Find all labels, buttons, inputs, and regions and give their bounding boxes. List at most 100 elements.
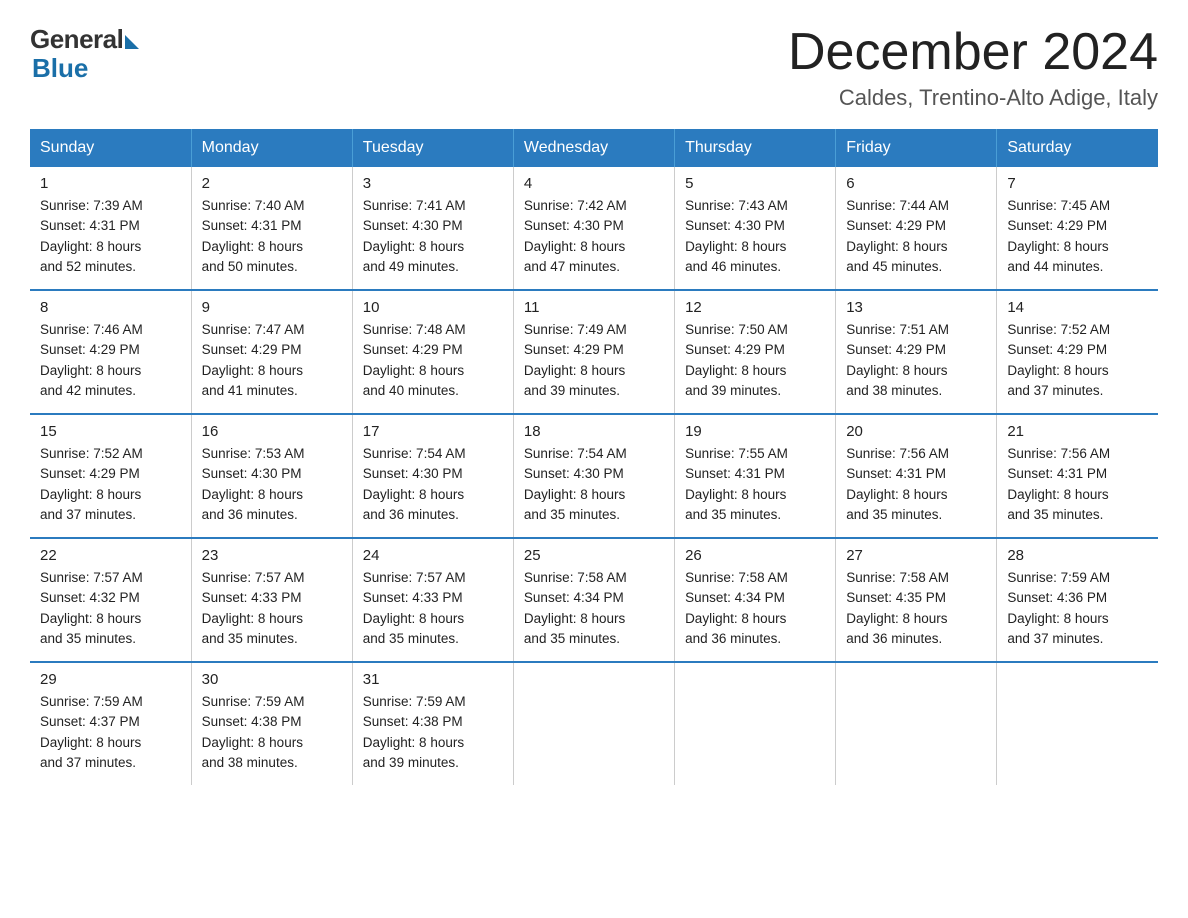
day-info: Sunrise: 7:59 AMSunset: 4:38 PMDaylight:…	[363, 692, 503, 773]
day-info: Sunrise: 7:59 AMSunset: 4:37 PMDaylight:…	[40, 692, 181, 773]
page-header: General Blue December 2024 Caldes, Trent…	[30, 24, 1158, 111]
table-row: 18 Sunrise: 7:54 AMSunset: 4:30 PMDayligh…	[513, 414, 674, 538]
table-row: 5 Sunrise: 7:43 AMSunset: 4:30 PMDaylight…	[675, 167, 836, 290]
day-info: Sunrise: 7:56 AMSunset: 4:31 PMDaylight:…	[846, 444, 986, 525]
day-number: 28	[1007, 547, 1148, 564]
day-number: 26	[685, 547, 825, 564]
day-number: 1	[40, 175, 181, 192]
calendar-week-row: 15 Sunrise: 7:52 AMSunset: 4:29 PMDayligh…	[30, 414, 1158, 538]
table-row: 3Sunrise: 7:41 AMSunset: 4:30 PMDaylight…	[352, 167, 513, 290]
table-row: 29 Sunrise: 7:59 AMSunset: 4:37 PMDayligh…	[30, 662, 191, 785]
day-number: 11	[524, 299, 664, 316]
day-number: 21	[1007, 423, 1148, 440]
header-tuesday: Tuesday	[352, 129, 513, 167]
calendar-week-row: 29 Sunrise: 7:59 AMSunset: 4:37 PMDayligh…	[30, 662, 1158, 785]
day-info: Sunrise: 7:50 AMSunset: 4:29 PMDaylight:…	[685, 320, 825, 401]
day-info: Sunrise: 7:40 AMSunset: 4:31 PMDaylight:…	[202, 196, 342, 277]
day-number: 19	[685, 423, 825, 440]
logo: General Blue	[30, 24, 139, 84]
table-row: 19 Sunrise: 7:55 AMSunset: 4:31 PMDayligh…	[675, 414, 836, 538]
logo-blue-text: Blue	[32, 53, 88, 84]
calendar-week-row: 8 Sunrise: 7:46 AMSunset: 4:29 PMDaylight…	[30, 290, 1158, 414]
day-info: Sunrise: 7:52 AMSunset: 4:29 PMDaylight:…	[1007, 320, 1148, 401]
day-number: 5	[685, 175, 825, 192]
day-number: 9	[202, 299, 342, 316]
table-row	[513, 662, 674, 785]
table-row: 9 Sunrise: 7:47 AMSunset: 4:29 PMDaylight…	[191, 290, 352, 414]
day-info: Sunrise: 7:52 AMSunset: 4:29 PMDaylight:…	[40, 444, 181, 525]
day-info: Sunrise: 7:57 AMSunset: 4:32 PMDaylight:…	[40, 568, 181, 649]
header-sunday: Sunday	[30, 129, 191, 167]
day-number: 15	[40, 423, 181, 440]
day-number: 10	[363, 299, 503, 316]
day-number: 6	[846, 175, 986, 192]
table-row: 14 Sunrise: 7:52 AMSunset: 4:29 PMDayligh…	[997, 290, 1158, 414]
table-row: 27 Sunrise: 7:58 AMSunset: 4:35 PMDayligh…	[836, 538, 997, 662]
day-info: Sunrise: 7:47 AMSunset: 4:29 PMDaylight:…	[202, 320, 342, 401]
table-row: 15 Sunrise: 7:52 AMSunset: 4:29 PMDayligh…	[30, 414, 191, 538]
day-info: Sunrise: 7:49 AMSunset: 4:29 PMDaylight:…	[524, 320, 664, 401]
day-number: 29	[40, 671, 181, 688]
table-row: 2Sunrise: 7:40 AMSunset: 4:31 PMDaylight…	[191, 167, 352, 290]
day-info: Sunrise: 7:43 AMSunset: 4:30 PMDaylight:…	[685, 196, 825, 277]
day-number: 20	[846, 423, 986, 440]
day-info: Sunrise: 7:59 AMSunset: 4:36 PMDaylight:…	[1007, 568, 1148, 649]
day-info: Sunrise: 7:58 AMSunset: 4:34 PMDaylight:…	[685, 568, 825, 649]
location: Caldes, Trentino-Alto Adige, Italy	[788, 85, 1158, 111]
header-friday: Friday	[836, 129, 997, 167]
day-info: Sunrise: 7:48 AMSunset: 4:29 PMDaylight:…	[363, 320, 503, 401]
table-row: 13 Sunrise: 7:51 AMSunset: 4:29 PMDayligh…	[836, 290, 997, 414]
day-info: Sunrise: 7:58 AMSunset: 4:35 PMDaylight:…	[846, 568, 986, 649]
table-row: 24 Sunrise: 7:57 AMSunset: 4:33 PMDayligh…	[352, 538, 513, 662]
day-number: 31	[363, 671, 503, 688]
table-row: 8 Sunrise: 7:46 AMSunset: 4:29 PMDaylight…	[30, 290, 191, 414]
table-row: 16Sunrise: 7:53 AMSunset: 4:30 PMDayligh…	[191, 414, 352, 538]
table-row: 4Sunrise: 7:42 AMSunset: 4:30 PMDaylight…	[513, 167, 674, 290]
day-info: Sunrise: 7:53 AMSunset: 4:30 PMDaylight:…	[202, 444, 342, 525]
day-number: 27	[846, 547, 986, 564]
day-number: 22	[40, 547, 181, 564]
day-number: 24	[363, 547, 503, 564]
day-number: 7	[1007, 175, 1148, 192]
day-number: 17	[363, 423, 503, 440]
day-number: 4	[524, 175, 664, 192]
title-section: December 2024 Caldes, Trentino-Alto Adig…	[788, 24, 1158, 111]
day-info: Sunrise: 7:54 AMSunset: 4:30 PMDaylight:…	[524, 444, 664, 525]
day-info: Sunrise: 7:56 AMSunset: 4:31 PMDaylight:…	[1007, 444, 1148, 525]
table-row: 25 Sunrise: 7:58 AMSunset: 4:34 PMDayligh…	[513, 538, 674, 662]
table-row: 7Sunrise: 7:45 AMSunset: 4:29 PMDaylight…	[997, 167, 1158, 290]
day-number: 18	[524, 423, 664, 440]
day-number: 12	[685, 299, 825, 316]
day-number: 14	[1007, 299, 1148, 316]
table-row: 10 Sunrise: 7:48 AMSunset: 4:29 PMDayligh…	[352, 290, 513, 414]
day-number: 23	[202, 547, 342, 564]
logo-general-text: General	[30, 24, 123, 55]
header-monday: Monday	[191, 129, 352, 167]
header-saturday: Saturday	[997, 129, 1158, 167]
header-thursday: Thursday	[675, 129, 836, 167]
table-row: 30Sunrise: 7:59 AMSunset: 4:38 PMDayligh…	[191, 662, 352, 785]
day-number: 13	[846, 299, 986, 316]
table-row: 11 Sunrise: 7:49 AMSunset: 4:29 PMDayligh…	[513, 290, 674, 414]
day-info: Sunrise: 7:51 AMSunset: 4:29 PMDaylight:…	[846, 320, 986, 401]
table-row	[675, 662, 836, 785]
calendar-week-row: 22 Sunrise: 7:57 AMSunset: 4:32 PMDayligh…	[30, 538, 1158, 662]
day-info: Sunrise: 7:54 AMSunset: 4:30 PMDaylight:…	[363, 444, 503, 525]
day-info: Sunrise: 7:57 AMSunset: 4:33 PMDaylight:…	[363, 568, 503, 649]
table-row: 22 Sunrise: 7:57 AMSunset: 4:32 PMDayligh…	[30, 538, 191, 662]
day-number: 30	[202, 671, 342, 688]
logo-arrow-icon	[125, 35, 139, 49]
table-row: 17 Sunrise: 7:54 AMSunset: 4:30 PMDayligh…	[352, 414, 513, 538]
table-row: 31 Sunrise: 7:59 AMSunset: 4:38 PMDayligh…	[352, 662, 513, 785]
table-row: 6Sunrise: 7:44 AMSunset: 4:29 PMDaylight…	[836, 167, 997, 290]
table-row: 28 Sunrise: 7:59 AMSunset: 4:36 PMDayligh…	[997, 538, 1158, 662]
header-wednesday: Wednesday	[513, 129, 674, 167]
day-info: Sunrise: 7:58 AMSunset: 4:34 PMDaylight:…	[524, 568, 664, 649]
day-info: Sunrise: 7:46 AMSunset: 4:29 PMDaylight:…	[40, 320, 181, 401]
day-number: 8	[40, 299, 181, 316]
table-row	[997, 662, 1158, 785]
day-info: Sunrise: 7:55 AMSunset: 4:31 PMDaylight:…	[685, 444, 825, 525]
table-row	[836, 662, 997, 785]
day-number: 25	[524, 547, 664, 564]
day-info: Sunrise: 7:57 AMSunset: 4:33 PMDaylight:…	[202, 568, 342, 649]
